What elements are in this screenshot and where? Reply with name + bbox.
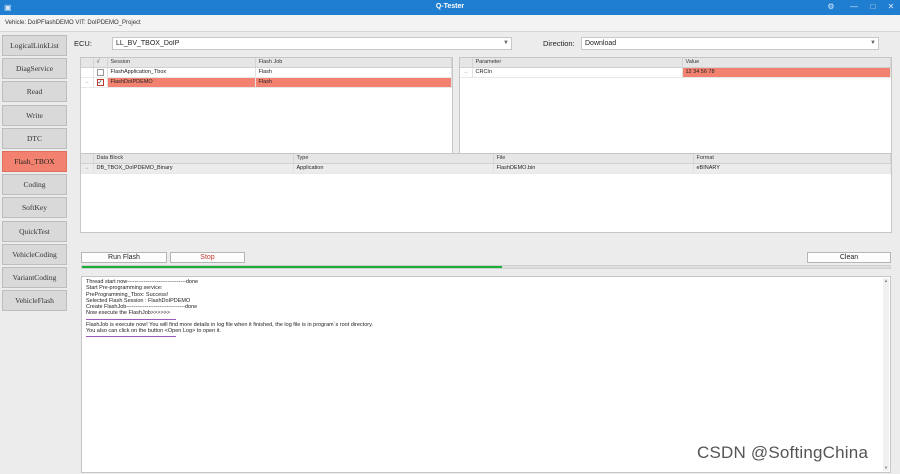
row-checkbox-cell: ✓ bbox=[93, 77, 108, 88]
session-name-cell: FlashApplication_Tbox bbox=[107, 67, 256, 78]
session-checkbox[interactable]: ✓ bbox=[96, 78, 104, 86]
sidebar-item-quicktest[interactable]: QuickTest bbox=[2, 220, 67, 242]
sidebar-item-flash-tbox[interactable]: Flash_TBOX bbox=[2, 150, 67, 172]
column-header bbox=[81, 58, 94, 68]
window-title: Q-Tester bbox=[435, 3, 465, 10]
column-header: √ bbox=[93, 58, 108, 68]
settings-icon[interactable]: ⚙ bbox=[824, 1, 838, 13]
column-header: Format bbox=[693, 154, 891, 164]
log-scrollbar[interactable]: ▲ ▼ bbox=[883, 278, 889, 471]
ecu-select-value: LL_BV_TBOX_DoIP bbox=[116, 40, 180, 47]
flash-job-cell: Flash bbox=[255, 67, 452, 78]
sidebar-item-vehiclecoding[interactable]: VehicleCoding bbox=[2, 243, 67, 265]
row-marker: → bbox=[460, 67, 473, 78]
direction-label: Direction: bbox=[543, 39, 575, 48]
sidebar-item-softkey[interactable]: SoftKey bbox=[2, 197, 67, 219]
parameter-row[interactable]: → CRCIn 12 34 56 78 bbox=[460, 67, 891, 78]
log-separator bbox=[86, 336, 176, 338]
session-row[interactable]: → ✓ FlashDoIPDEMO Flash bbox=[81, 77, 452, 88]
row-marker bbox=[81, 67, 94, 78]
maximize-icon[interactable]: □ bbox=[866, 1, 880, 13]
run-flash-button[interactable]: Run Flash bbox=[81, 252, 167, 263]
parameter-value-cell[interactable]: 12 34 56 78 bbox=[682, 67, 891, 78]
log-line: You also can click on the button <Open L… bbox=[86, 328, 221, 335]
sidebar-item-dtc[interactable]: DTC bbox=[2, 127, 67, 149]
data-block-table: Data Block Type File Format → DB_TBOX_DoI… bbox=[81, 154, 891, 174]
sidebar-item-vehicleflash[interactable]: VehicleFlash bbox=[2, 290, 67, 312]
data-block-cell: DB_TBOX_DoIPDEMO_Binary bbox=[93, 163, 294, 174]
sidebar-item-coding[interactable]: Coding bbox=[2, 174, 67, 196]
row-marker: → bbox=[81, 77, 94, 88]
main-panel: ECU: LL_BV_TBOX_DoIP ▼ Direction: Downlo… bbox=[71, 35, 900, 474]
session-checkbox[interactable] bbox=[96, 68, 104, 76]
column-header: Value bbox=[682, 58, 891, 68]
clean-button[interactable]: Clean bbox=[807, 252, 891, 263]
session-name-cell: FlashDoIPDEMO bbox=[107, 77, 256, 88]
direction-select[interactable]: Download ▼ bbox=[581, 37, 879, 50]
column-header bbox=[81, 154, 94, 164]
column-header: File bbox=[493, 154, 694, 164]
column-header: Flash Job bbox=[255, 58, 452, 68]
title-bar: ▣ Q-Tester ⚙ — □ ✕ bbox=[0, 0, 900, 15]
flash-job-cell: Flash bbox=[255, 77, 452, 88]
row-checkbox-cell bbox=[93, 67, 108, 78]
parameter-table: Parameter Value → CRCIn 12 34 56 78 bbox=[460, 58, 891, 78]
type-cell: Application bbox=[293, 163, 494, 174]
scroll-down-icon[interactable]: ▼ bbox=[883, 465, 889, 471]
ecu-select[interactable]: LL_BV_TBOX_DoIP ▼ bbox=[112, 37, 512, 50]
parameter-table-header: Parameter Value bbox=[460, 58, 891, 68]
session-table-header: √ Session Flash Job bbox=[81, 58, 452, 68]
column-header: Session bbox=[107, 58, 256, 68]
sidebar-item-diagservice[interactable]: DiagService bbox=[2, 58, 67, 80]
vehicle-info-bar: Vehicle: DoIPFlashDEMO VIT: DoIPDEMO_Pro… bbox=[0, 15, 900, 32]
sidebar-item-logicallinklist[interactable]: LogicalLinkList bbox=[2, 35, 67, 56]
sidebar: LogicalLinkList DiagService Read Write DTC Fl… bbox=[2, 35, 67, 313]
direction-select-value: Download bbox=[585, 40, 617, 47]
stop-button[interactable]: Stop bbox=[170, 252, 245, 263]
chevron-down-icon: ▼ bbox=[870, 40, 876, 46]
data-block-row[interactable]: → DB_TBOX_DoIPDEMO_Binary Application Flash… bbox=[81, 163, 891, 174]
sidebar-item-read[interactable]: Read bbox=[2, 81, 67, 103]
column-header bbox=[460, 58, 473, 68]
close-icon[interactable]: ✕ bbox=[884, 1, 898, 13]
ecu-label: ECU: bbox=[74, 39, 92, 48]
scroll-up-icon[interactable]: ▲ bbox=[883, 278, 889, 284]
ecu-row: ECU: LL_BV_TBOX_DoIP ▼ Direction: Downlo… bbox=[71, 35, 900, 53]
parameter-name-cell: CRCIn bbox=[472, 67, 683, 78]
row-marker: → bbox=[81, 163, 94, 174]
progress-bar bbox=[81, 265, 891, 269]
watermark: CSDN @SoftingChina bbox=[697, 443, 869, 462]
sidebar-item-variantcoding[interactable]: VariantCoding bbox=[2, 266, 67, 288]
data-block-panel: Data Block Type File Format → DB_TBOX_DoI… bbox=[80, 153, 892, 233]
progress-fill bbox=[82, 266, 503, 268]
session-row[interactable]: FlashApplication_Tbox Flash bbox=[81, 67, 452, 78]
flash-control-area: Run Flash Stop Clean Thread start now---… bbox=[71, 245, 900, 474]
data-block-table-header: Data Block Type File Format bbox=[81, 154, 891, 164]
session-table: √ Session Flash Job FlashApplication_Tbo… bbox=[81, 58, 452, 88]
column-header: Parameter bbox=[472, 58, 683, 68]
chevron-down-icon: ▼ bbox=[503, 40, 509, 46]
format-cell: eBINARY bbox=[693, 163, 891, 174]
file-cell: FlashDEMO.bin bbox=[493, 163, 694, 174]
log-line: Now execute the FlashJob>>>>>> bbox=[86, 310, 171, 317]
minimize-icon[interactable]: — bbox=[847, 1, 861, 13]
column-header: Data Block bbox=[93, 154, 294, 164]
column-header: Type bbox=[293, 154, 494, 164]
sidebar-item-write[interactable]: Write bbox=[2, 104, 67, 126]
log-separator bbox=[86, 318, 176, 320]
